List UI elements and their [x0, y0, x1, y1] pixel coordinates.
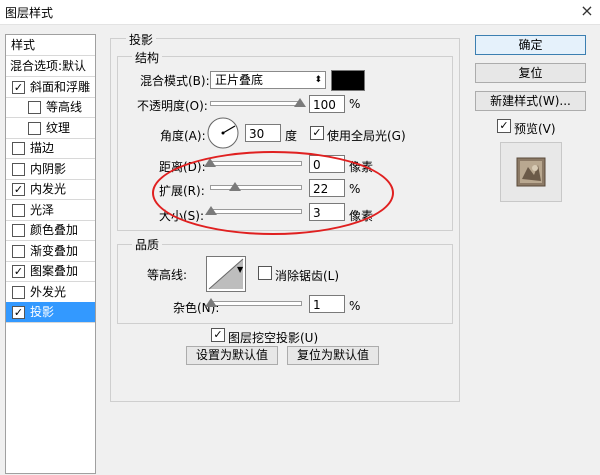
style-list-checkbox[interactable]	[12, 285, 25, 299]
style-list-checkbox[interactable]	[12, 224, 25, 237]
updown-arrows-icon: ⬍	[314, 75, 322, 85]
style-list-checkbox[interactable]	[12, 244, 25, 258]
style-list-checkbox[interactable]	[12, 162, 25, 176]
style-list-item-label: 纹理	[46, 120, 71, 135]
new-style-button[interactable]: 新建样式(W)...	[475, 91, 586, 111]
make-default-button[interactable]: 设置为默认值	[186, 346, 278, 365]
opacity-input[interactable]: 100	[309, 95, 345, 113]
style-list-item[interactable]: 渐变叠加	[6, 241, 95, 261]
noise-slider-track[interactable]	[210, 301, 302, 306]
style-list-item-label: 斜面和浮雕	[30, 79, 91, 94]
style-list-item[interactable]: ✓ 斜面和浮雕	[6, 77, 95, 97]
style-list-checkbox[interactable]: ✓	[12, 80, 25, 94]
blend-mode-select[interactable]: 正片叠底 ⬍	[210, 71, 326, 89]
style-list-header: 样式	[11, 38, 36, 52]
opacity-unit: %	[349, 97, 361, 111]
preview-checkbox[interactable]: ✓	[497, 119, 511, 133]
style-list-checkbox[interactable]: ✓	[12, 183, 25, 196]
style-list-checkbox[interactable]	[28, 101, 41, 114]
style-list-item[interactable]: ✓ 图案叠加	[6, 261, 95, 281]
style-list-item[interactable]: 光泽	[6, 200, 95, 220]
knockout-checkbox[interactable]: ✓	[211, 328, 225, 342]
style-list-item[interactable]: 内阴影	[6, 159, 95, 179]
style-list-item[interactable]: 等高线	[6, 97, 95, 117]
preview-label: 预览(V)	[514, 122, 556, 136]
style-list-item[interactable]: 混合选项:默认	[6, 56, 95, 76]
title-bar	[0, 0, 600, 25]
style-list-item[interactable]: ✓ 内发光	[6, 179, 95, 199]
style-list-checkbox[interactable]: ✓	[12, 265, 25, 278]
style-list-item-label: 投影	[30, 305, 55, 319]
style-list-item-label: 图案叠加	[30, 264, 79, 278]
style-list-checkbox[interactable]	[28, 121, 41, 135]
style-list-item[interactable]: 外发光	[6, 282, 95, 302]
style-list-item-label: 内发光	[30, 182, 67, 196]
noise-slider-thumb[interactable]	[204, 298, 217, 307]
structure-title: 结构	[132, 49, 163, 66]
style-list-item-label: 内阴影	[30, 161, 67, 176]
style-list-checkbox[interactable]	[12, 142, 25, 155]
anti-alias-label: 消除锯齿(L)	[275, 269, 340, 283]
preview-thumbnail-image	[516, 157, 546, 187]
drop-shadow-title: 投影	[126, 31, 157, 48]
opacity-slider-track[interactable]	[210, 101, 302, 106]
angle-dial-icon	[207, 117, 239, 149]
style-list-checkbox[interactable]: ✓	[12, 306, 25, 319]
quality-title: 品质	[132, 236, 163, 253]
style-list-item-label: 描边	[30, 141, 55, 155]
contour-picker[interactable]	[206, 256, 246, 292]
angle-label: 角度(A):	[160, 129, 206, 143]
window-title: 图层样式	[5, 6, 54, 20]
contour-curve-icon	[208, 258, 244, 290]
quality-group	[117, 244, 453, 324]
reset-button[interactable]: 复位	[475, 63, 586, 83]
style-list-item[interactable]: 描边	[6, 138, 95, 158]
opacity-slider-thumb[interactable]	[294, 98, 306, 107]
style-list-item-label: 颜色叠加	[30, 223, 79, 237]
noise-input[interactable]: 1	[309, 295, 345, 313]
style-list-item[interactable]: 纹理	[6, 118, 95, 138]
global-light-label: 使用全局光(G)	[327, 129, 406, 143]
global-light-checkbox[interactable]: ✓	[310, 126, 324, 140]
contour-label: 等高线:	[147, 268, 188, 282]
ok-button[interactable]: 确定	[475, 35, 586, 55]
style-list-item-label: 外发光	[30, 284, 67, 299]
angle-dial[interactable]	[207, 117, 239, 149]
style-list-checkbox[interactable]	[12, 203, 25, 217]
blend-mode-label: 混合模式(B):	[140, 74, 210, 88]
blend-mode-value: 正片叠底	[215, 73, 264, 87]
close-icon[interactable]: ×	[574, 0, 600, 24]
noise-unit: %	[349, 299, 361, 313]
opacity-label: 不透明度(O):	[137, 99, 208, 113]
style-list: 样式 混合选项:默认 ✓ 斜面和浮雕等高线纹理描边内阴影 ✓ 内发光光泽颜色叠加渐变叠加…	[5, 34, 96, 474]
preview-frame	[500, 142, 562, 202]
red-highlight-ellipse	[152, 151, 394, 235]
shadow-color-swatch[interactable]	[331, 70, 365, 91]
reset-default-button[interactable]: 复位为默认值	[287, 346, 379, 365]
style-list-item[interactable]: ✓ 投影	[6, 302, 95, 322]
angle-unit: 度	[285, 129, 298, 143]
style-list-item-label: 光泽	[30, 202, 55, 217]
style-list-item-label: 渐变叠加	[30, 243, 79, 258]
knockout-label: 图层挖空投影(U)	[228, 331, 319, 345]
angle-input[interactable]: 30	[245, 124, 281, 142]
style-list-item-label: 等高线	[46, 100, 83, 114]
style-list-item-label: 混合选项:默认	[10, 59, 87, 73]
contour-dropdown-arrow-icon[interactable]: ▼	[237, 265, 243, 274]
style-list-item[interactable]: 颜色叠加	[6, 220, 95, 240]
anti-alias-checkbox[interactable]	[258, 266, 272, 280]
